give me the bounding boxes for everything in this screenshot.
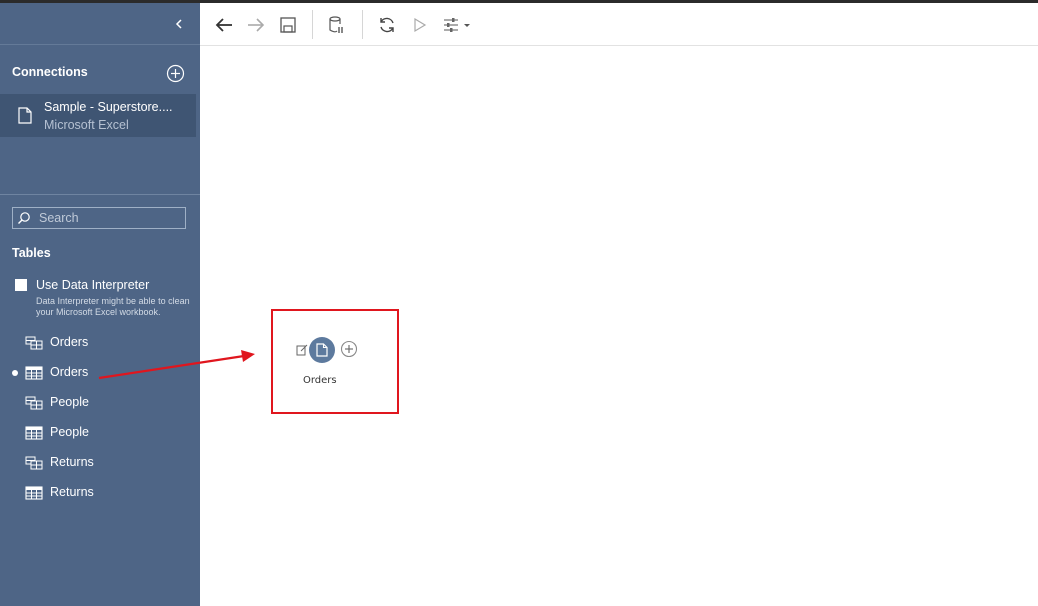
data-source-pause-icon: [329, 16, 343, 33]
add-connection-button[interactable]: [166, 64, 185, 83]
table-grid-icon: [25, 426, 43, 440]
table-item-label: Orders: [50, 335, 89, 349]
table-grid-icon: [25, 426, 43, 440]
save-icon: [280, 17, 296, 33]
table-item[interactable]: People: [0, 391, 200, 415]
table-grid-icon: [25, 486, 43, 500]
named-range-icon: [25, 396, 43, 410]
pause-data-updates-button[interactable]: [325, 14, 347, 36]
connection-name: Sample - Superstore....: [44, 100, 173, 114]
table-item[interactable]: People: [0, 421, 200, 445]
back-arrow-icon: [215, 18, 232, 32]
refresh-icon: [380, 17, 394, 33]
data-interpreter-label[interactable]: Use Data Interpreter: [36, 278, 149, 292]
table-grid-icon: [25, 366, 43, 380]
flow-node-orders[interactable]: [309, 337, 335, 363]
named-range-icon: [25, 456, 43, 470]
plus-circle-icon: [166, 64, 185, 83]
flow-node-label: Orders: [303, 375, 337, 386]
settings-dropdown-button[interactable]: [440, 14, 474, 36]
edit-icon: [296, 344, 308, 356]
collapse-sidebar-button[interactable]: [170, 13, 190, 35]
table-grid-icon: [25, 366, 43, 380]
forward-arrow-icon: [248, 18, 265, 32]
table-item-label: Returns: [50, 485, 94, 499]
sidebar-divider: [0, 194, 200, 195]
active-table-indicator: [12, 370, 18, 376]
settings-sliders-icon: [444, 18, 470, 32]
sidebar-top-divider: [0, 44, 200, 45]
search-icon: [18, 212, 30, 224]
table-item[interactable]: Returns: [0, 451, 200, 475]
add-step-button[interactable]: [340, 340, 358, 358]
named-range-icon: [25, 456, 43, 470]
connection-item[interactable]: Sample - Superstore.... Microsoft Excel: [0, 94, 196, 137]
data-interpreter-description: Data Interpreter might be able to clean …: [36, 296, 190, 317]
table-item-label: People: [50, 395, 89, 409]
named-range-icon: [25, 336, 43, 350]
chevron-left-icon: [175, 19, 182, 29]
table-item-label: People: [50, 425, 89, 439]
file-icon: [18, 107, 32, 124]
refresh-button[interactable]: [376, 14, 398, 36]
table-item[interactable]: Orders: [0, 361, 200, 385]
toolbar-separator: [312, 10, 313, 39]
table-item[interactable]: Returns: [0, 481, 200, 505]
sidebar: Connections Sample - Superstore.... Micr…: [0, 3, 200, 606]
connection-type: Microsoft Excel: [44, 118, 129, 132]
table-item-label: Returns: [50, 455, 94, 469]
plus-circle-icon: [340, 340, 358, 358]
run-icon: [414, 17, 427, 33]
search-input[interactable]: [39, 210, 179, 226]
toolbar-separator: [362, 10, 363, 39]
table-item[interactable]: Orders: [0, 331, 200, 355]
forward-button[interactable]: [245, 14, 267, 36]
run-button[interactable]: [408, 14, 430, 36]
back-button[interactable]: [213, 14, 235, 36]
file-icon: [316, 343, 328, 357]
save-button[interactable]: [277, 14, 299, 36]
data-interpreter-checkbox[interactable]: [15, 279, 27, 291]
node-edit-button[interactable]: [296, 343, 308, 356]
table-grid-icon: [25, 486, 43, 500]
toolbar: [200, 3, 1038, 45]
named-range-icon: [25, 336, 43, 350]
named-range-icon: [25, 396, 43, 410]
connections-header: Connections: [12, 65, 88, 79]
table-item-label: Orders: [50, 365, 89, 379]
tables-header: Tables: [12, 246, 51, 260]
search-box[interactable]: [12, 207, 186, 229]
annotation-highlight-box: [271, 309, 399, 414]
